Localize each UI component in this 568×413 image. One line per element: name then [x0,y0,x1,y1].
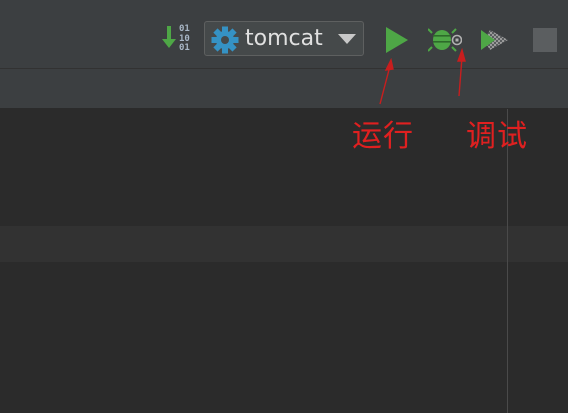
stop-button[interactable] [532,27,558,53]
play-icon [386,27,408,53]
stop-icon [533,28,557,52]
debug-annotation-label: 调试 [466,119,528,154]
debug-button[interactable] [428,24,462,56]
run-with-coverage-button[interactable] [478,24,512,56]
chevron-down-icon [338,34,356,44]
binary-digits: 01 10 01 [179,24,190,53]
binary-download-icon[interactable]: 01 10 01 [162,24,194,54]
coverage-icon [481,30,508,50]
bug-icon [428,28,462,52]
main-toolbar: 01 10 01 tomcat [0,0,568,69]
run-button[interactable] [382,25,410,55]
right-margin-guide [507,109,508,413]
run-config-name: tomcat [245,26,323,51]
download-arrow-icon [162,26,176,48]
gear-icon [211,26,239,54]
editor-tab-bar [0,69,568,109]
current-line-highlight [0,226,568,262]
run-configuration-select[interactable]: tomcat [204,21,364,56]
run-annotation-label: 运行 [352,119,414,154]
